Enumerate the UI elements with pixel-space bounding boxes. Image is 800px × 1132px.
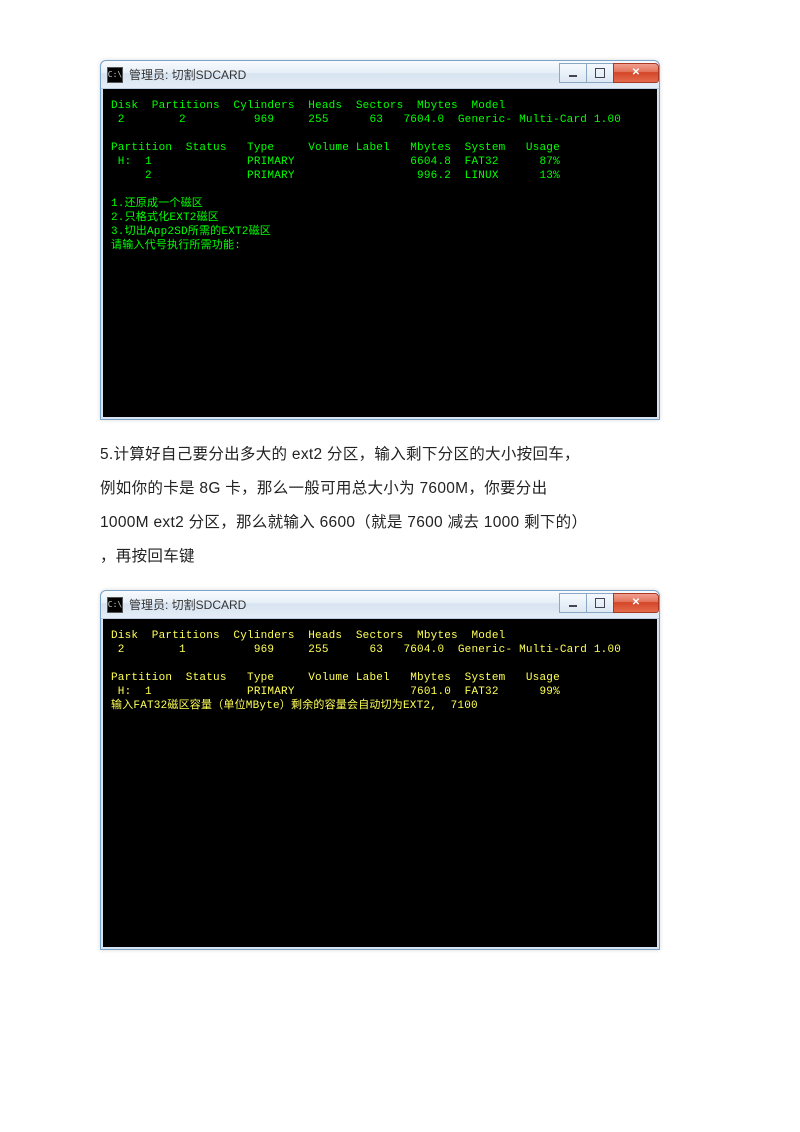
instruction-paragraph: 5.计算好自己要分出多大的 ext2 分区，输入剩下分区的大小按回车， 例如你的… bbox=[100, 438, 720, 574]
cmd-window-1: C:\ 管理员: 切割SDCARD Disk Partitions Cylind… bbox=[100, 60, 660, 420]
minimize-button[interactable] bbox=[559, 63, 587, 83]
input-prompt: 请输入代号执行所需功能: bbox=[111, 240, 241, 252]
para-line-2: 例如你的卡是 8G 卡，那么一般可用总大小为 7600M，你要分出 bbox=[100, 480, 547, 497]
window-buttons bbox=[560, 593, 659, 613]
partition-header: Partition Status Type Volume Label Mbyte… bbox=[111, 142, 560, 154]
titlebar[interactable]: C:\ 管理员: 切割SDCARD bbox=[101, 591, 659, 619]
input-prompt: 输入FAT32磁区容量（单位MByte）剩余的容量会自动切为EXT2, 7100 bbox=[111, 700, 478, 712]
disk-row: 2 2 969 255 63 7604.0 Generic- Multi-Car… bbox=[111, 114, 621, 126]
close-button[interactable] bbox=[613, 63, 659, 83]
disk-header: Disk Partitions Cylinders Heads Sectors … bbox=[111, 100, 505, 112]
menu-item-3: 3.切出App2SD所需的EXT2磁区 bbox=[111, 226, 271, 238]
maximize-button[interactable] bbox=[586, 63, 614, 83]
window-buttons bbox=[560, 63, 659, 83]
partition-row-1: H: 1 PRIMARY 6604.8 FAT32 87% bbox=[111, 156, 560, 168]
terminal-body[interactable]: Disk Partitions Cylinders Heads Sectors … bbox=[101, 89, 659, 419]
menu-item-2: 2.只格式化EXT2磁区 bbox=[111, 212, 219, 224]
disk-row: 2 1 969 255 63 7604.0 Generic- Multi-Car… bbox=[111, 644, 621, 656]
cmd-icon: C:\ bbox=[107, 597, 123, 613]
window-title: 管理员: 切割SDCARD bbox=[129, 66, 560, 83]
para-line-1: 5.计算好自己要分出多大的 ext2 分区，输入剩下分区的大小按回车， bbox=[100, 446, 580, 463]
partition-row-1: H: 1 PRIMARY 7601.0 FAT32 99% bbox=[111, 686, 560, 698]
terminal-body[interactable]: Disk Partitions Cylinders Heads Sectors … bbox=[101, 619, 659, 949]
partition-header: Partition Status Type Volume Label Mbyte… bbox=[111, 672, 560, 684]
minimize-button[interactable] bbox=[559, 593, 587, 613]
cmd-window-2: C:\ 管理员: 切割SDCARD Disk Partitions Cylind… bbox=[100, 590, 660, 950]
para-line-4: ，再按回车键 bbox=[100, 548, 195, 565]
cmd-icon: C:\ bbox=[107, 67, 123, 83]
menu-item-1: 1.还原成一个磁区 bbox=[111, 198, 203, 210]
maximize-button[interactable] bbox=[586, 593, 614, 613]
partition-row-2: 2 PRIMARY 996.2 LINUX 13% bbox=[111, 170, 560, 182]
disk-header: Disk Partitions Cylinders Heads Sectors … bbox=[111, 630, 505, 642]
terminal-output: Disk Partitions Cylinders Heads Sectors … bbox=[111, 629, 649, 895]
window-title: 管理员: 切割SDCARD bbox=[129, 596, 560, 613]
terminal-output: Disk Partitions Cylinders Heads Sectors … bbox=[111, 99, 649, 393]
titlebar[interactable]: C:\ 管理员: 切割SDCARD bbox=[101, 61, 659, 89]
para-line-3: 1000M ext2 分区，那么就输入 6600（就是 7600 减去 1000… bbox=[100, 514, 587, 531]
close-button[interactable] bbox=[613, 593, 659, 613]
